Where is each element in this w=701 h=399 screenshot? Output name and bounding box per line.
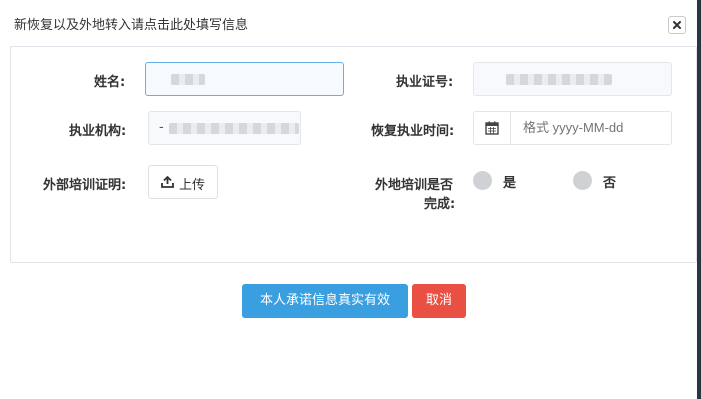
cert-label: 执业证号: <box>396 75 454 90</box>
name-input[interactable] <box>145 62 344 96</box>
org-label: 执业机构: <box>69 124 127 139</box>
resume-date-input[interactable] <box>511 112 671 144</box>
calendar-icon <box>485 121 499 135</box>
radio-no[interactable] <box>573 171 592 190</box>
resume-date-group <box>473 111 672 145</box>
name-value-redacted <box>171 74 205 85</box>
cert-number-input[interactable] <box>473 62 672 96</box>
upload-label: 上传 <box>179 178 206 193</box>
radio-yes-label: 是 <box>503 176 517 191</box>
name-label: 姓名: <box>94 75 126 90</box>
upload-button[interactable]: 上传 <box>148 165 218 199</box>
upload-icon <box>161 176 174 188</box>
confirm-button[interactable]: 本人承诺信息真实有效 <box>242 284 408 318</box>
org-value-redacted <box>169 123 299 134</box>
cancel-button[interactable]: 取消 <box>412 284 466 318</box>
close-button[interactable] <box>668 16 686 34</box>
org-input[interactable]: - <box>148 111 301 145</box>
radio-yes[interactable] <box>473 171 492 190</box>
training-proof-label: 外部培训证明: <box>43 178 127 193</box>
resume-time-label: 恢复执业时间: <box>371 124 455 139</box>
close-icon <box>673 21 681 29</box>
dialog: 新恢复以及外地转入请点击此处填写信息 姓名: 执业证号: 执业机构: - 恢复执… <box>0 0 701 399</box>
radio-no-label: 否 <box>603 176 617 191</box>
remote-training-label-line1: 外地培训是否 <box>375 178 454 193</box>
background-strip <box>697 0 701 399</box>
remote-training-label-line2: 完成: <box>424 197 456 212</box>
org-value-prefix: - <box>159 120 164 135</box>
dialog-header: 新恢复以及外地转入请点击此处填写信息 <box>0 0 697 44</box>
dialog-title: 新恢复以及外地转入请点击此处填写信息 <box>14 18 249 33</box>
cert-value-redacted <box>506 74 612 85</box>
calendar-button[interactable] <box>474 112 511 144</box>
